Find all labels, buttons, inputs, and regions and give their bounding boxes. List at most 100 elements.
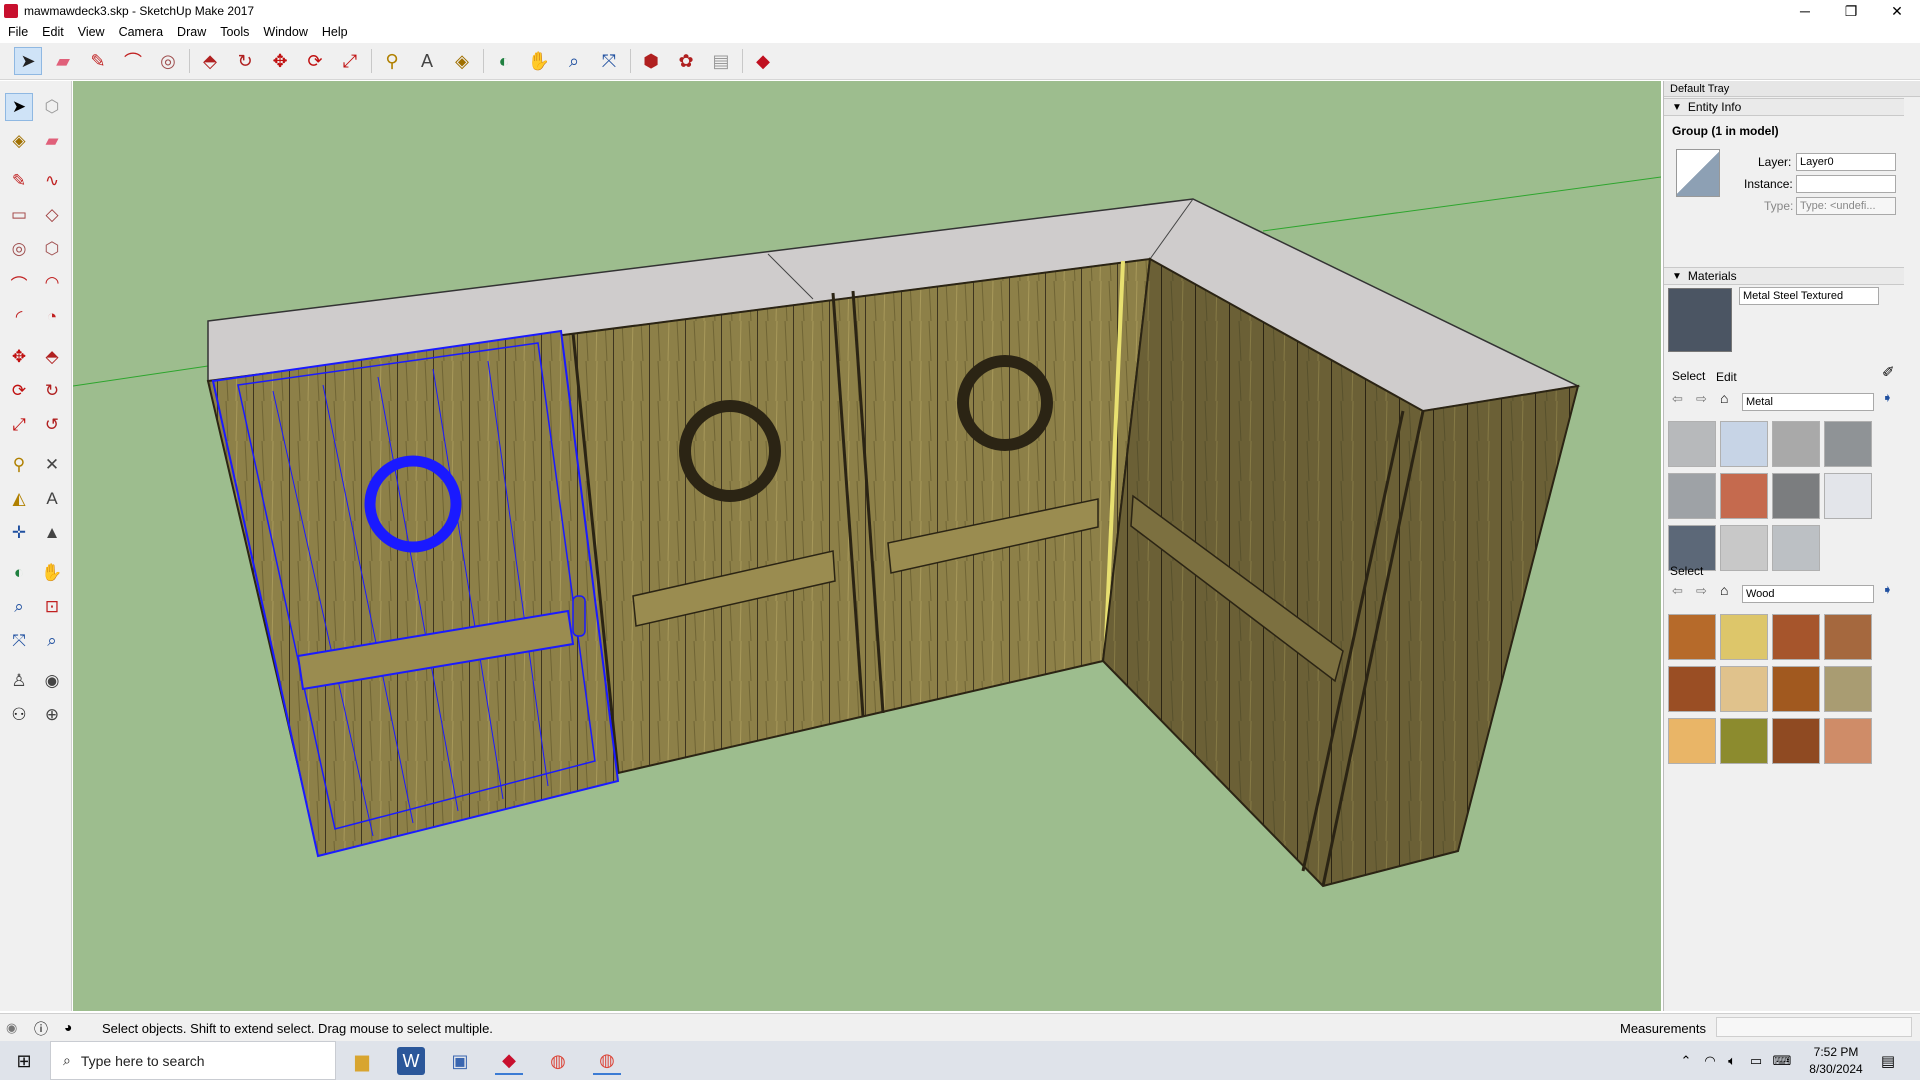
menu-draw[interactable]: Draw	[177, 25, 206, 39]
user-account-icon[interactable]: ◕	[64, 1019, 72, 1035]
details-arrow-icon[interactable]: ➧	[1882, 390, 1893, 406]
credits-icon[interactable]: ⓘ	[34, 1019, 48, 1039]
clock-date[interactable]: 8/30/2024	[1806, 1062, 1866, 1076]
material-swatch[interactable]	[1824, 666, 1872, 712]
protractor-tool-icon[interactable]: ◭	[5, 485, 33, 513]
pie-tool-icon[interactable]: ◔	[38, 303, 66, 331]
eraser-tool-icon[interactable]: ▰	[38, 127, 66, 155]
walk-tool-icon[interactable]: ⚇	[5, 701, 33, 729]
circle-tool-icon[interactable]: ◎	[154, 47, 182, 75]
rotate-tool-icon[interactable]: ⟳	[5, 377, 33, 405]
material-swatch[interactable]	[1668, 473, 1716, 519]
follow-me-tool-icon[interactable]: ↻	[231, 47, 259, 75]
tape-measure-tool-icon[interactable]: ⚲	[5, 451, 33, 479]
back-arrow-icon[interactable]: ⇦	[1672, 583, 1683, 599]
tab-select[interactable]: Select	[1672, 369, 1705, 383]
polygon-tool-icon[interactable]: ⬡	[38, 235, 66, 263]
rotate-tool-icon[interactable]: ⟳	[301, 47, 329, 75]
menu-window[interactable]: Window	[263, 25, 307, 39]
arc-tool-icon[interactable]: ⌒	[119, 47, 147, 75]
entity-info-header[interactable]: ▼ Entity Info	[1664, 98, 1904, 116]
material-swatch[interactable]	[1720, 525, 1768, 571]
taskbar-search-box[interactable]: ⌕ Type here to search	[50, 1041, 336, 1080]
position-camera-tool-icon[interactable]: ♙	[5, 667, 33, 695]
material-swatch[interactable]	[1720, 421, 1768, 467]
move-tool-icon[interactable]: ✥	[266, 47, 294, 75]
three-point-arc-tool-icon[interactable]: ◜	[5, 303, 33, 331]
material-swatch[interactable]	[1824, 614, 1872, 660]
material-swatch[interactable]	[1772, 666, 1820, 712]
app-icon[interactable]: ▣	[446, 1047, 474, 1075]
zoom-extents-tool-icon[interactable]: ⤧	[5, 627, 33, 655]
select-tool-icon[interactable]: ➤	[14, 47, 42, 75]
freehand-tool-icon[interactable]: ∿	[38, 167, 66, 195]
component-tool-icon[interactable]: ⬡	[38, 93, 66, 121]
rotated-rectangle-tool-icon[interactable]: ◇	[38, 201, 66, 229]
geo-location-icon[interactable]: ◉	[6, 1020, 17, 1036]
chrome-icon[interactable]: ◍	[544, 1047, 572, 1075]
ruby-console-icon[interactable]: ◆	[749, 47, 777, 75]
materials-header[interactable]: ▼ Materials	[1664, 267, 1904, 285]
notifications-icon[interactable]: ▤	[1874, 1047, 1902, 1075]
previous-view-icon[interactable]: ⌕	[38, 627, 66, 655]
tape-measure-tool-icon[interactable]: ⚲	[378, 47, 406, 75]
extension-warehouse-icon[interactable]: ✿	[672, 47, 700, 75]
paint-bucket-tool-icon[interactable]: ◈	[5, 127, 33, 155]
section-plane-tool-icon[interactable]: ⊕	[38, 701, 66, 729]
orbit-tool-icon[interactable]: ◐	[5, 559, 33, 587]
dimension-tool-icon[interactable]: ✕	[38, 451, 66, 479]
instance-field[interactable]	[1796, 175, 1896, 193]
eyedropper-icon[interactable]: ✐	[1882, 363, 1895, 381]
push-pull-tool-icon[interactable]: ⬘	[38, 343, 66, 371]
material-swatch[interactable]	[1772, 614, 1820, 660]
chrome-icon[interactable]: ◍	[593, 1047, 621, 1075]
measurements-field[interactable]	[1716, 1017, 1912, 1037]
clock-time[interactable]: 7:52 PM	[1806, 1045, 1866, 1059]
paint-bucket-tool-icon[interactable]: ◈	[448, 47, 476, 75]
zoom-extents-tool-icon[interactable]: ⤧	[595, 47, 623, 75]
pan-tool-icon[interactable]: ✋	[38, 559, 66, 587]
material-swatch[interactable]	[1668, 718, 1716, 764]
text-tool-icon[interactable]: A	[413, 47, 441, 75]
zoom-window-tool-icon[interactable]: ⊡	[38, 593, 66, 621]
circle-tool-icon[interactable]: ◎	[5, 235, 33, 263]
material-swatch[interactable]	[1720, 614, 1768, 660]
axes-tool-icon[interactable]: ✛	[5, 519, 33, 547]
material-swatch[interactable]	[1668, 614, 1716, 660]
material-swatch[interactable]	[1668, 666, 1716, 712]
pan-tool-icon[interactable]: ✋	[525, 47, 553, 75]
menu-view[interactable]: View	[78, 25, 105, 39]
eraser-tool-icon[interactable]: ▰	[49, 47, 77, 75]
close-button[interactable]: ✕	[1874, 0, 1920, 22]
home-icon[interactable]: ⌂	[1720, 390, 1728, 406]
back-arrow-icon[interactable]: ⇦	[1672, 391, 1683, 407]
follow-me-tool-icon[interactable]: ↻	[38, 377, 66, 405]
keyboard-icon[interactable]: ⌨	[1768, 1047, 1796, 1075]
line-tool-icon[interactable]: ✎	[5, 167, 33, 195]
scale-tool-icon[interactable]: ⤢	[5, 411, 33, 439]
material-swatch[interactable]	[1824, 473, 1872, 519]
menu-edit[interactable]: Edit	[42, 25, 64, 39]
material-swatch[interactable]	[1772, 718, 1820, 764]
orbit-tool-icon[interactable]: ◐	[490, 47, 518, 75]
windows-start-icon[interactable]: ⊞	[10, 1047, 38, 1075]
material-swatch[interactable]	[1720, 718, 1768, 764]
entity-material-swatch[interactable]	[1676, 149, 1720, 197]
layout-send-icon[interactable]: ▤	[707, 47, 735, 75]
material-swatch[interactable]	[1720, 473, 1768, 519]
restore-button[interactable]: ❐	[1828, 0, 1874, 22]
rectangle-tool-icon[interactable]: ▭	[5, 201, 33, 229]
minimize-button[interactable]: ─	[1782, 0, 1828, 22]
text-tool-icon[interactable]: A	[38, 485, 66, 513]
battery-icon[interactable]: ▭	[1742, 1047, 1770, 1075]
scale-tool-icon[interactable]: ⤢	[336, 47, 364, 75]
secondary-library-dropdown[interactable]: Wood	[1742, 585, 1874, 603]
two-point-arc-tool-icon[interactable]: ◠	[38, 269, 66, 297]
sketchup-taskbar-icon[interactable]: ◆	[495, 1047, 523, 1075]
material-swatch[interactable]	[1668, 421, 1716, 467]
look-around-tool-icon[interactable]: ◉	[38, 667, 66, 695]
tab-edit[interactable]: Edit	[1716, 370, 1737, 384]
selected-door-group[interactable]	[211, 329, 620, 858]
file-explorer-icon[interactable]: ▆	[348, 1047, 376, 1075]
menu-file[interactable]: File	[8, 25, 28, 39]
